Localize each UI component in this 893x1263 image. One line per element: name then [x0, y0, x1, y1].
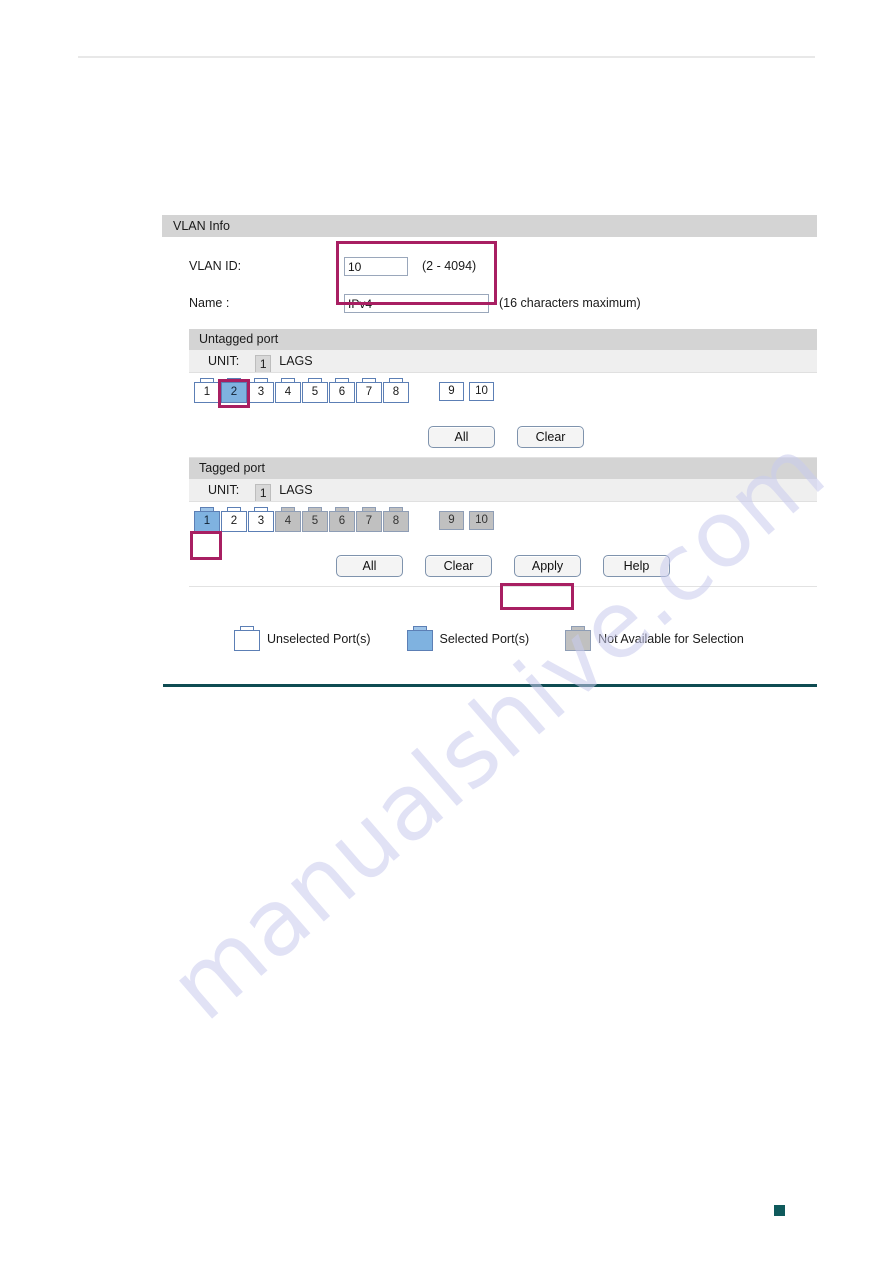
- highlight-box-apply-button: [500, 583, 574, 610]
- tagged-unit-label: UNIT:: [208, 483, 240, 497]
- tagged-sfp-group: 9 10: [439, 507, 499, 530]
- tagged-help-button[interactable]: Help: [603, 555, 670, 577]
- vlan-info-body: VLAN ID: (2 - 4094) Name : (16 characters …: [162, 237, 817, 329]
- port-number-label: 8: [383, 382, 409, 403]
- tagged-lags-tab[interactable]: LAGS: [279, 483, 312, 497]
- tagged-port-10: 10: [469, 511, 494, 530]
- tagged-port-title: Tagged port: [189, 458, 817, 479]
- port-number-label: 5: [302, 511, 328, 532]
- untagged-unit-label: UNIT:: [208, 354, 240, 368]
- tagged-port-9: 9: [439, 511, 464, 530]
- port-state-legend: Unselected Port(s) Selected Port(s) Not Av…: [162, 626, 817, 651]
- tagged-unit-tab-1[interactable]: 1: [255, 483, 272, 501]
- port-number-label: 7: [356, 382, 382, 403]
- page-corner-marker: [774, 1205, 785, 1216]
- tagged-unit-bar: UNIT: 1 LAGS: [189, 479, 817, 502]
- tagged-apply-button[interactable]: Apply: [514, 555, 581, 577]
- tagged-port-section: Tagged port UNIT: 1 LAGS 12345678 9 10 Al…: [189, 458, 817, 587]
- tagged-rj45-group: 12345678: [194, 507, 410, 532]
- vlan-id-row: VLAN ID: (2 - 4094): [189, 257, 476, 276]
- port-number-label: 2: [221, 382, 247, 403]
- vlan-id-label: VLAN ID:: [189, 258, 242, 273]
- tagged-port-8: 8: [383, 507, 409, 532]
- tagged-ports-row: 12345678 9 10: [194, 507, 499, 532]
- port-number-label: 4: [275, 511, 301, 532]
- vlan-info-panel: VLAN Info VLAN ID: (2 - 4094) Name : (16 c…: [162, 215, 817, 587]
- legend-item-selected: Selected Port(s): [406, 626, 530, 651]
- untagged-port-7[interactable]: 7: [356, 378, 382, 403]
- header-divider: [78, 56, 815, 58]
- tagged-port-3[interactable]: 3: [248, 507, 274, 532]
- port-number-label: 3: [248, 511, 274, 532]
- untagged-port-3[interactable]: 3: [248, 378, 274, 403]
- untagged-port-5[interactable]: 5: [302, 378, 328, 403]
- port-number-label: 6: [329, 511, 355, 532]
- port-number-label: 3: [248, 382, 274, 403]
- untagged-port-6[interactable]: 6: [329, 378, 355, 403]
- tagged-button-row: All Clear Apply Help: [189, 546, 817, 586]
- tagged-port-7: 7: [356, 507, 382, 532]
- untagged-all-button[interactable]: All: [428, 426, 495, 448]
- legend-item-unselected: Unselected Port(s): [234, 626, 371, 651]
- untagged-port-2[interactable]: 2: [221, 378, 247, 403]
- legend-port-body: [565, 630, 592, 651]
- legend-port-na-icon: [565, 626, 592, 651]
- untagged-port-1[interactable]: 1: [194, 378, 220, 403]
- untagged-port-title: Untagged port: [189, 329, 817, 350]
- tagged-clear-button[interactable]: Clear: [425, 555, 492, 577]
- port-number-label: 8: [383, 511, 409, 532]
- port-number-label: 4: [275, 382, 301, 403]
- port-number-label: 6: [329, 382, 355, 403]
- legend-port-selected-icon: [406, 626, 433, 651]
- legend-label-unselected: Unselected Port(s): [267, 631, 371, 646]
- port-number-label: 7: [356, 511, 382, 532]
- vlan-id-hint: (2 - 4094): [422, 258, 477, 273]
- vlan-info-title: VLAN Info: [162, 215, 817, 237]
- tagged-port-5: 5: [302, 507, 328, 532]
- tagged-port-2[interactable]: 2: [221, 507, 247, 532]
- tagged-ports-area: 12345678 9 10: [189, 502, 817, 546]
- vlan-id-input[interactable]: [344, 257, 408, 276]
- legend-port-unselected-icon: [234, 626, 260, 651]
- legend-port-body: [406, 630, 433, 651]
- footer-divider: [163, 684, 817, 687]
- untagged-unit-tab-1[interactable]: 1: [255, 354, 272, 372]
- vlan-name-label: Name :: [189, 295, 230, 310]
- untagged-button-row: All Clear: [189, 417, 817, 457]
- tagged-port-6: 6: [329, 507, 355, 532]
- port-number-label: 5: [302, 382, 328, 403]
- untagged-port-section: Untagged port UNIT: 1 LAGS 12345678 9 10 …: [189, 329, 817, 458]
- untagged-port-8[interactable]: 8: [383, 378, 409, 403]
- legend-port-body: [234, 630, 260, 651]
- tagged-port-1[interactable]: 1: [194, 507, 220, 532]
- port-number-label: 1: [194, 511, 220, 532]
- untagged-port-9[interactable]: 9: [439, 382, 464, 401]
- legend-item-na: Not Available for Selection: [565, 626, 744, 651]
- legend-label-selected: Selected Port(s): [439, 631, 530, 646]
- tagged-port-4: 4: [275, 507, 301, 532]
- untagged-unit-bar: UNIT: 1 LAGS: [189, 350, 817, 373]
- port-number-label: 1: [194, 382, 220, 403]
- untagged-rj45-group: 12345678: [194, 378, 410, 403]
- tagged-all-button[interactable]: All: [336, 555, 403, 577]
- legend-label-na: Not Available for Selection: [598, 631, 744, 646]
- untagged-lags-tab[interactable]: LAGS: [279, 354, 312, 368]
- untagged-ports-row: 12345678 9 10: [194, 378, 499, 403]
- port-number-label: 2: [221, 511, 247, 532]
- untagged-clear-button[interactable]: Clear: [517, 426, 584, 448]
- untagged-port-4[interactable]: 4: [275, 378, 301, 403]
- untagged-sfp-group: 9 10: [439, 378, 499, 401]
- vlan-name-row: Name : (16 characters maximum): [189, 294, 641, 313]
- vlan-name-input[interactable]: [344, 294, 489, 313]
- untagged-port-10[interactable]: 10: [469, 382, 494, 401]
- untagged-ports-area: 12345678 9 10: [189, 373, 817, 417]
- vlan-name-hint: (16 characters maximum): [499, 295, 641, 310]
